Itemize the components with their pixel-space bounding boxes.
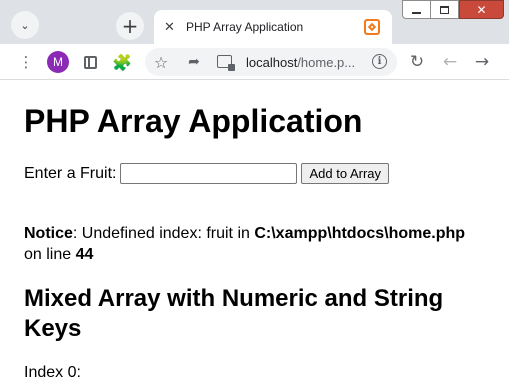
extensions-icon[interactable]: 🧩 xyxy=(112,52,132,72)
url-text[interactable]: localhost/home.p... xyxy=(246,55,355,70)
site-info-icon[interactable] xyxy=(217,55,235,71)
tab-search-button[interactable]: ⌄ xyxy=(11,11,39,39)
forward-icon[interactable]: → xyxy=(472,52,492,72)
side-panel-icon xyxy=(83,55,97,69)
profile-avatar[interactable]: M xyxy=(47,51,69,73)
favicon-icon xyxy=(364,19,380,35)
fruit-label: Enter a Fruit: xyxy=(24,164,117,182)
index-line: Index 0: xyxy=(24,364,81,379)
side-panel-button[interactable] xyxy=(80,52,100,72)
address-bar[interactable]: ☆ ➦ localhost/home.p... i xyxy=(145,48,397,76)
minimize-button[interactable] xyxy=(402,0,431,19)
tab-title: PHP Array Application xyxy=(186,20,304,34)
page-title: PHP Array Application xyxy=(24,103,363,139)
browser-toolbar: ⋮ M 🧩 ☆ ➦ localhost/home.p... i ↻ ← → xyxy=(0,44,509,80)
php-notice: Notice: Undefined index: fruit in C:\xam… xyxy=(24,223,486,265)
page-content: PHP Array Application Enter a Fruit: Add… xyxy=(0,81,509,379)
minimize-icon xyxy=(412,11,421,14)
window-close-icon: ✕ xyxy=(476,2,487,17)
share-icon[interactable]: ➦ xyxy=(184,52,204,72)
notice-text: : Undefined index: fruit in xyxy=(72,225,255,242)
maximize-icon xyxy=(440,5,449,14)
section-heading: Mixed Array with Numeric and String Keys xyxy=(24,285,444,342)
bookmark-star-icon[interactable]: ☆ xyxy=(151,52,171,72)
fruit-input[interactable] xyxy=(120,163,298,184)
notice-label: Notice xyxy=(24,225,73,242)
fruit-form: Enter a Fruit: Add to Array xyxy=(24,163,390,184)
maximize-button[interactable] xyxy=(431,0,459,19)
notice-line-number: 44 xyxy=(75,246,94,263)
new-tab-button[interactable]: + xyxy=(116,12,144,40)
add-to-array-button[interactable]: Add to Array xyxy=(301,163,390,184)
tab-strip: ⌄ + ✕ PHP Array Application ✕ xyxy=(0,0,509,44)
notice-text-line: on line xyxy=(24,246,76,263)
window-close-button[interactable]: ✕ xyxy=(459,0,504,19)
back-icon[interactable]: ← xyxy=(440,52,460,72)
info-icon[interactable]: i xyxy=(372,54,387,69)
close-tab-icon[interactable]: ✕ xyxy=(164,20,180,35)
reload-icon[interactable]: ↻ xyxy=(407,52,427,72)
url-path: /home.p... xyxy=(297,55,356,70)
url-host: localhost xyxy=(246,55,298,70)
menu-icon[interactable]: ⋮ xyxy=(16,52,36,72)
chevron-down-icon: ⌄ xyxy=(20,18,30,32)
active-tab[interactable]: ✕ PHP Array Application xyxy=(154,10,392,44)
new-tab-icon: + xyxy=(121,14,139,38)
notice-path: C:\xampp\htdocs\home.php xyxy=(254,225,466,242)
